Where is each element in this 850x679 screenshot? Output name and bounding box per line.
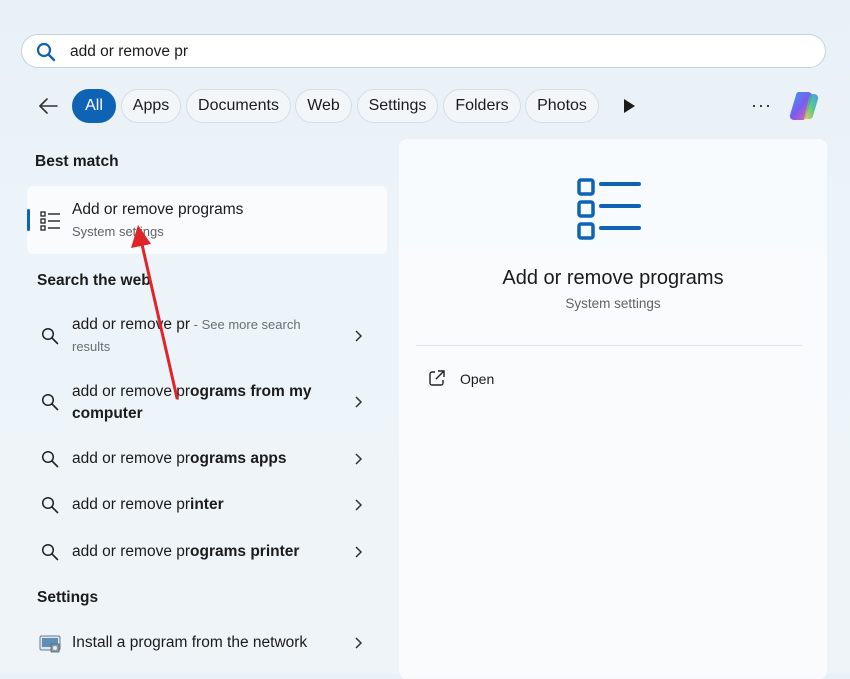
search-icon: [41, 393, 59, 411]
search-icon: [41, 327, 59, 345]
copilot-icon[interactable]: [786, 88, 822, 124]
suggestion-completion: ograms apps: [190, 450, 287, 467]
suggestion-text: add or remove pr: [72, 496, 191, 513]
filter-folders[interactable]: Folders: [443, 89, 521, 123]
search-icon: [41, 543, 59, 561]
programs-list-icon: [40, 211, 60, 231]
search-box[interactable]: add or remove pr: [21, 34, 826, 68]
best-match-item[interactable]: Add or remove programs System settings: [27, 186, 387, 254]
web-suggestion-3[interactable]: add or remove programs apps: [27, 448, 387, 474]
filter-documents[interactable]: Documents: [186, 89, 291, 123]
open-label: Open: [460, 371, 495, 387]
filter-photos[interactable]: Photos: [525, 89, 599, 123]
preview-pane: Add or remove programs System settings O…: [399, 139, 827, 679]
network-install-icon: [39, 635, 61, 653]
filter-all[interactable]: All: [72, 89, 116, 123]
best-match-title: Add or remove programs: [72, 201, 244, 218]
open-button[interactable]: Open: [428, 369, 528, 391]
suggestion-completion: inter: [190, 496, 224, 513]
web-suggestion-5[interactable]: add or remove programs printer: [27, 541, 387, 567]
settings-item-install-program[interactable]: Install a program from the network: [27, 632, 387, 658]
web-suggestion-1[interactable]: add or remove pr - See more search resul…: [27, 314, 387, 364]
chevron-right-icon: [355, 499, 363, 511]
suggestion-text: add or remove pr: [72, 450, 191, 467]
suggestion-completion: ograms printer: [190, 543, 300, 560]
web-suggestion-2[interactable]: add or remove programs from my computer: [27, 381, 387, 427]
back-arrow-icon[interactable]: [37, 95, 59, 117]
filter-web[interactable]: Web: [295, 89, 352, 123]
suggestion-text: add or remove pr: [72, 316, 191, 333]
chevron-right-icon: [355, 637, 363, 649]
web-suggestion-4[interactable]: add or remove printer: [27, 494, 387, 520]
chevron-right-icon: [355, 330, 363, 342]
chevron-right-icon: [355, 453, 363, 465]
chevron-right-icon: [355, 396, 363, 408]
preview-title: Add or remove programs: [502, 267, 724, 289]
selection-accent: [27, 209, 30, 231]
search-icon: [41, 496, 59, 514]
preview-subtitle: System settings: [565, 296, 661, 311]
best-match-subtitle: System settings: [72, 224, 164, 239]
chevron-right-icon: [355, 546, 363, 558]
search-icon: [36, 42, 56, 62]
settings-item-label: Install a program from the network: [72, 634, 308, 651]
search-icon: [41, 450, 59, 468]
more-filters-play-icon[interactable]: [622, 98, 636, 114]
settings-heading: Settings: [37, 589, 99, 606]
search-input[interactable]: add or remove pr: [70, 43, 188, 61]
filter-apps[interactable]: Apps: [121, 89, 181, 123]
suggestion-text: add or remove pr: [72, 543, 191, 560]
more-options-button[interactable]: ···: [751, 95, 772, 116]
divider: [416, 345, 802, 346]
open-external-icon: [429, 370, 445, 386]
filter-settings[interactable]: Settings: [357, 89, 438, 123]
suggestion-text: add or remove pr: [72, 383, 191, 400]
search-web-heading: Search the web: [37, 272, 151, 289]
best-match-heading: Best match: [35, 153, 119, 170]
programs-list-icon: [577, 178, 641, 240]
